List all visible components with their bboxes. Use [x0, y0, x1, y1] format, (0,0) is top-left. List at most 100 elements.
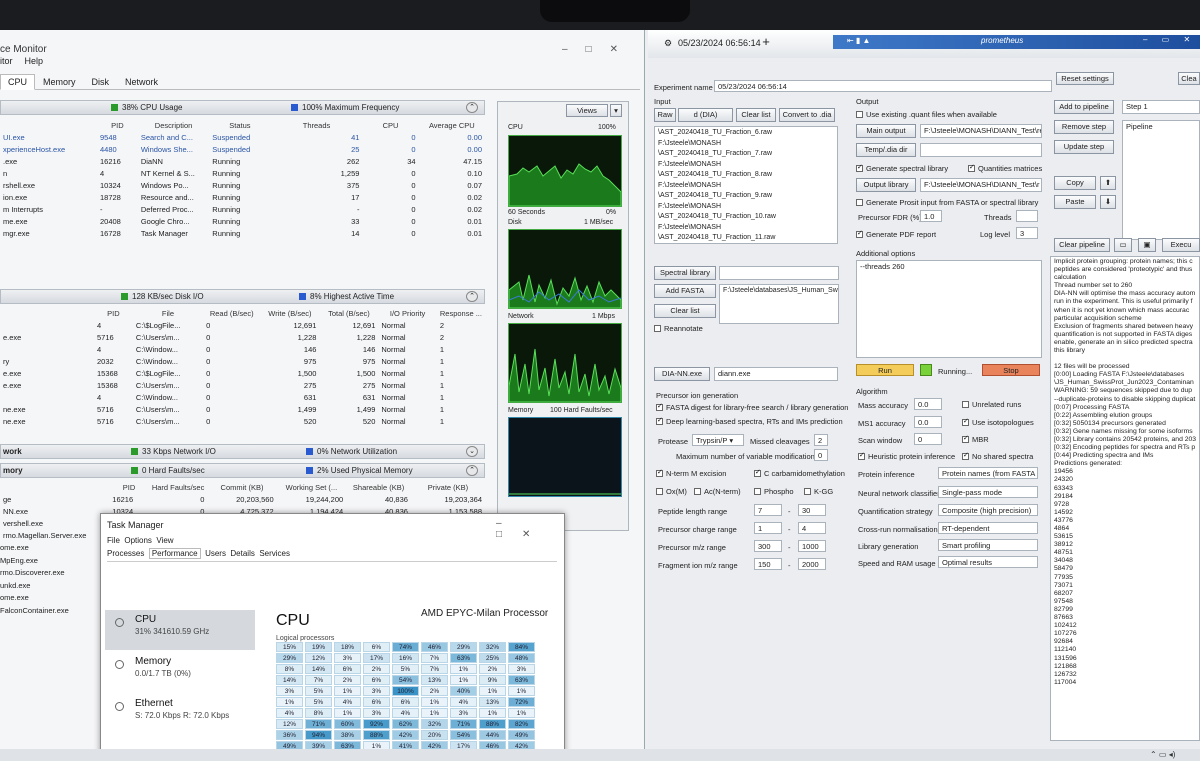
temp-dir-button[interactable]: Temp/.dia dir	[856, 143, 916, 157]
tab-disk[interactable]: Disk	[84, 74, 118, 90]
remove-step-button[interactable]: Remove step	[1054, 120, 1114, 134]
table-row[interactable]: ne.exe 5716 C:\Users\m... 0 520 520 Normal 1	[0, 415, 485, 427]
fdr-input[interactable]: 1.0	[920, 210, 942, 222]
expand-icon[interactable]: ⌄	[466, 446, 478, 457]
table-row[interactable]: rshell.exe 10324 Windows Po... Running 375 0 0…	[0, 179, 485, 191]
column-header[interactable]: I/O Priority	[378, 307, 436, 319]
cross-run-select[interactable]: RT-dependent	[938, 522, 1038, 534]
list-item[interactable]: F:\Jsteele\MONASH	[658, 244, 834, 245]
table-row[interactable]: UI.exe 9548 Search and C... Suspended 41 0 0.0…	[0, 131, 485, 143]
list-item[interactable]: \AST_20240418_TU_Fraction_6.raw	[658, 128, 834, 139]
protease-select[interactable]: Trypsin/P ▾	[692, 434, 744, 446]
perf-item-cpu[interactable]: CPU 31% 341610.59 GHz	[105, 610, 255, 650]
menu-help[interactable]: Help	[25, 56, 44, 66]
raw-button[interactable]: Raw	[654, 108, 676, 122]
tm-menu-options[interactable]: Options	[124, 536, 152, 545]
pipeline-list[interactable]: Pipeline	[1122, 120, 1200, 240]
tm-menu-file[interactable]: File	[107, 536, 120, 545]
table-row[interactable]: n 4 NT Kernel & S... Running 1,259 0 0.10	[0, 167, 485, 179]
save-icon[interactable]: ▣	[1138, 238, 1156, 252]
output-library-button[interactable]: Output library	[856, 178, 916, 192]
table-row[interactable]: 4 C:\Window... 0 146 146 Normal 1	[0, 343, 485, 355]
ms1-accuracy-input[interactable]: 0.0	[914, 416, 942, 428]
column-header[interactable]: PID	[94, 307, 133, 319]
column-header[interactable]: Threads	[271, 119, 363, 131]
list-item[interactable]: unkd.exe	[0, 580, 100, 593]
network-section-header[interactable]: work 33 Kbps Network I/O 0% Network Util…	[0, 444, 485, 459]
charge-max[interactable]: 4	[798, 522, 826, 534]
mbr-option[interactable]: MBR	[962, 434, 989, 444]
clear-list-button[interactable]: Clear list	[736, 108, 776, 122]
stop-button[interactable]: Stop	[982, 364, 1040, 376]
clear-fasta-button[interactable]: Clear list	[654, 304, 716, 318]
missed-cleavages-input[interactable]: 2	[814, 434, 828, 446]
perf-item-ethernet[interactable]: Ethernet S: 72.0 Kbps R: 72.0 Kbps	[105, 694, 255, 734]
column-header[interactable]	[0, 119, 97, 131]
clear-log-button[interactable]: Clea	[1178, 72, 1200, 85]
peptide-length-min[interactable]: 7	[754, 504, 782, 516]
column-header[interactable]: Response ...	[437, 307, 485, 319]
table-row[interactable]: ry 2032 C:\Window... 0 975 975 Normal 1	[0, 355, 485, 367]
column-header[interactable]: Commit (KB)	[207, 481, 276, 493]
column-header[interactable]: PID	[109, 481, 149, 493]
list-item[interactable]: \AST_20240418_TU_Fraction_10.raw	[658, 212, 834, 223]
list-item[interactable]: F:\Jsteele\MONASH	[658, 223, 834, 234]
column-header[interactable]: PID	[97, 119, 138, 131]
column-header[interactable]	[0, 307, 94, 319]
column-header[interactable]: Private (KB)	[411, 481, 485, 493]
step-name-field[interactable]: Step 1	[1122, 100, 1200, 114]
tab-users[interactable]: Users	[205, 549, 226, 558]
quant-matrices-option[interactable]: Quantities matrices	[968, 163, 1042, 173]
phospho-option[interactable]: Phospho	[754, 487, 794, 496]
gen-prosit-option[interactable]: Generate Prosit input from FASTA or spec…	[856, 198, 1038, 207]
precursor-mz-min[interactable]: 300	[754, 540, 782, 552]
ac-option[interactable]: Ac(N-term)	[694, 487, 741, 496]
exp-name-field[interactable]: 05/23/2024 06:56:14	[714, 80, 1052, 92]
precursor-mz-max[interactable]: 1000	[798, 540, 826, 552]
copy-button[interactable]: Copy	[1054, 176, 1096, 190]
list-item[interactable]: \AST_20240418_TU_Fraction_7.raw	[658, 149, 834, 160]
spectral-library-button[interactable]: Spectral library	[654, 266, 716, 280]
gen-pdf-option[interactable]: Generate PDF report	[856, 229, 936, 239]
perf-item-memory[interactable]: Memory 0.0/1.7 TB (0%)	[105, 652, 255, 692]
heuristic-option[interactable]: Heuristic protein inference	[858, 451, 955, 461]
column-header[interactable]: Write (B/sec)	[260, 307, 319, 319]
carbamidomethyl-option[interactable]: C carbamidomethylation	[754, 468, 845, 478]
list-item[interactable]: F:\Jsteele\MONASH	[658, 202, 834, 213]
column-header[interactable]	[0, 481, 109, 493]
table-row[interactable]: ne.exe 5716 C:\Users\m... 0 1,499 1,499 Normal…	[0, 403, 485, 415]
additional-options-textarea[interactable]: --threads 260	[856, 260, 1042, 358]
tm-window-controls[interactable]: –□✕	[496, 518, 564, 540]
library-generation-select[interactable]: Smart profiling	[938, 539, 1038, 551]
kgg-option[interactable]: K-GG	[804, 487, 833, 496]
protein-inference-select[interactable]: Protein names (from FASTA	[938, 467, 1038, 479]
table-row[interactable]: xperienceHost.exe 4480 Windows She... Suspe…	[0, 143, 485, 155]
table-row[interactable]: ge 16216 0 20,203,560 19,244,200 40,836 19,203…	[0, 493, 485, 505]
views-dropdown-icon[interactable]: ▾	[610, 104, 622, 117]
gen-lib-option[interactable]: Generate spectral library	[856, 163, 948, 173]
list-item[interactable]: FalconContainer.exe	[0, 605, 100, 618]
open-folder-icon[interactable]: ▭	[1114, 238, 1132, 252]
window-controls[interactable]: –□✕	[562, 44, 636, 55]
add-to-pipeline-button[interactable]: Add to pipeline	[1054, 100, 1114, 114]
list-item[interactable]: ome.exe	[0, 592, 100, 605]
reset-settings-button[interactable]: Reset settings	[1056, 72, 1114, 85]
nn-classifier-select[interactable]: Single-pass mode	[938, 486, 1038, 498]
list-item[interactable]: rmo.Discoverer.exe	[0, 567, 100, 580]
table-row[interactable]: ion.exe 18728 Resource and... Running 17 0 0.0…	[0, 191, 485, 203]
max-mods-input[interactable]: 0	[814, 449, 828, 461]
run-button[interactable]: Run	[856, 364, 914, 376]
column-header[interactable]: Status	[209, 119, 270, 131]
mass-accuracy-input[interactable]: 0.0	[914, 398, 942, 410]
fragment-mz-min[interactable]: 150	[754, 558, 782, 570]
update-step-button[interactable]: Update step	[1054, 140, 1114, 154]
threads-input[interactable]	[1016, 210, 1038, 222]
list-item[interactable]: F:\Jsteele\MONASH	[658, 181, 834, 192]
table-row[interactable]: e.exe 15368 C:\Users\m... 0 275 275 Normal 1	[0, 379, 485, 391]
quant-strategy-select[interactable]: Composite (high precision)	[938, 504, 1038, 516]
tm-menu-view[interactable]: View	[156, 536, 173, 545]
log-level-input[interactable]: 3	[1016, 227, 1038, 239]
use-quant-option[interactable]: Use existing .quant files when available	[856, 110, 997, 119]
tab-processes[interactable]: Processes	[107, 549, 144, 558]
output-library-field[interactable]: F:\Jsteele\MONASH\DIANN_Test\r	[920, 178, 1042, 192]
